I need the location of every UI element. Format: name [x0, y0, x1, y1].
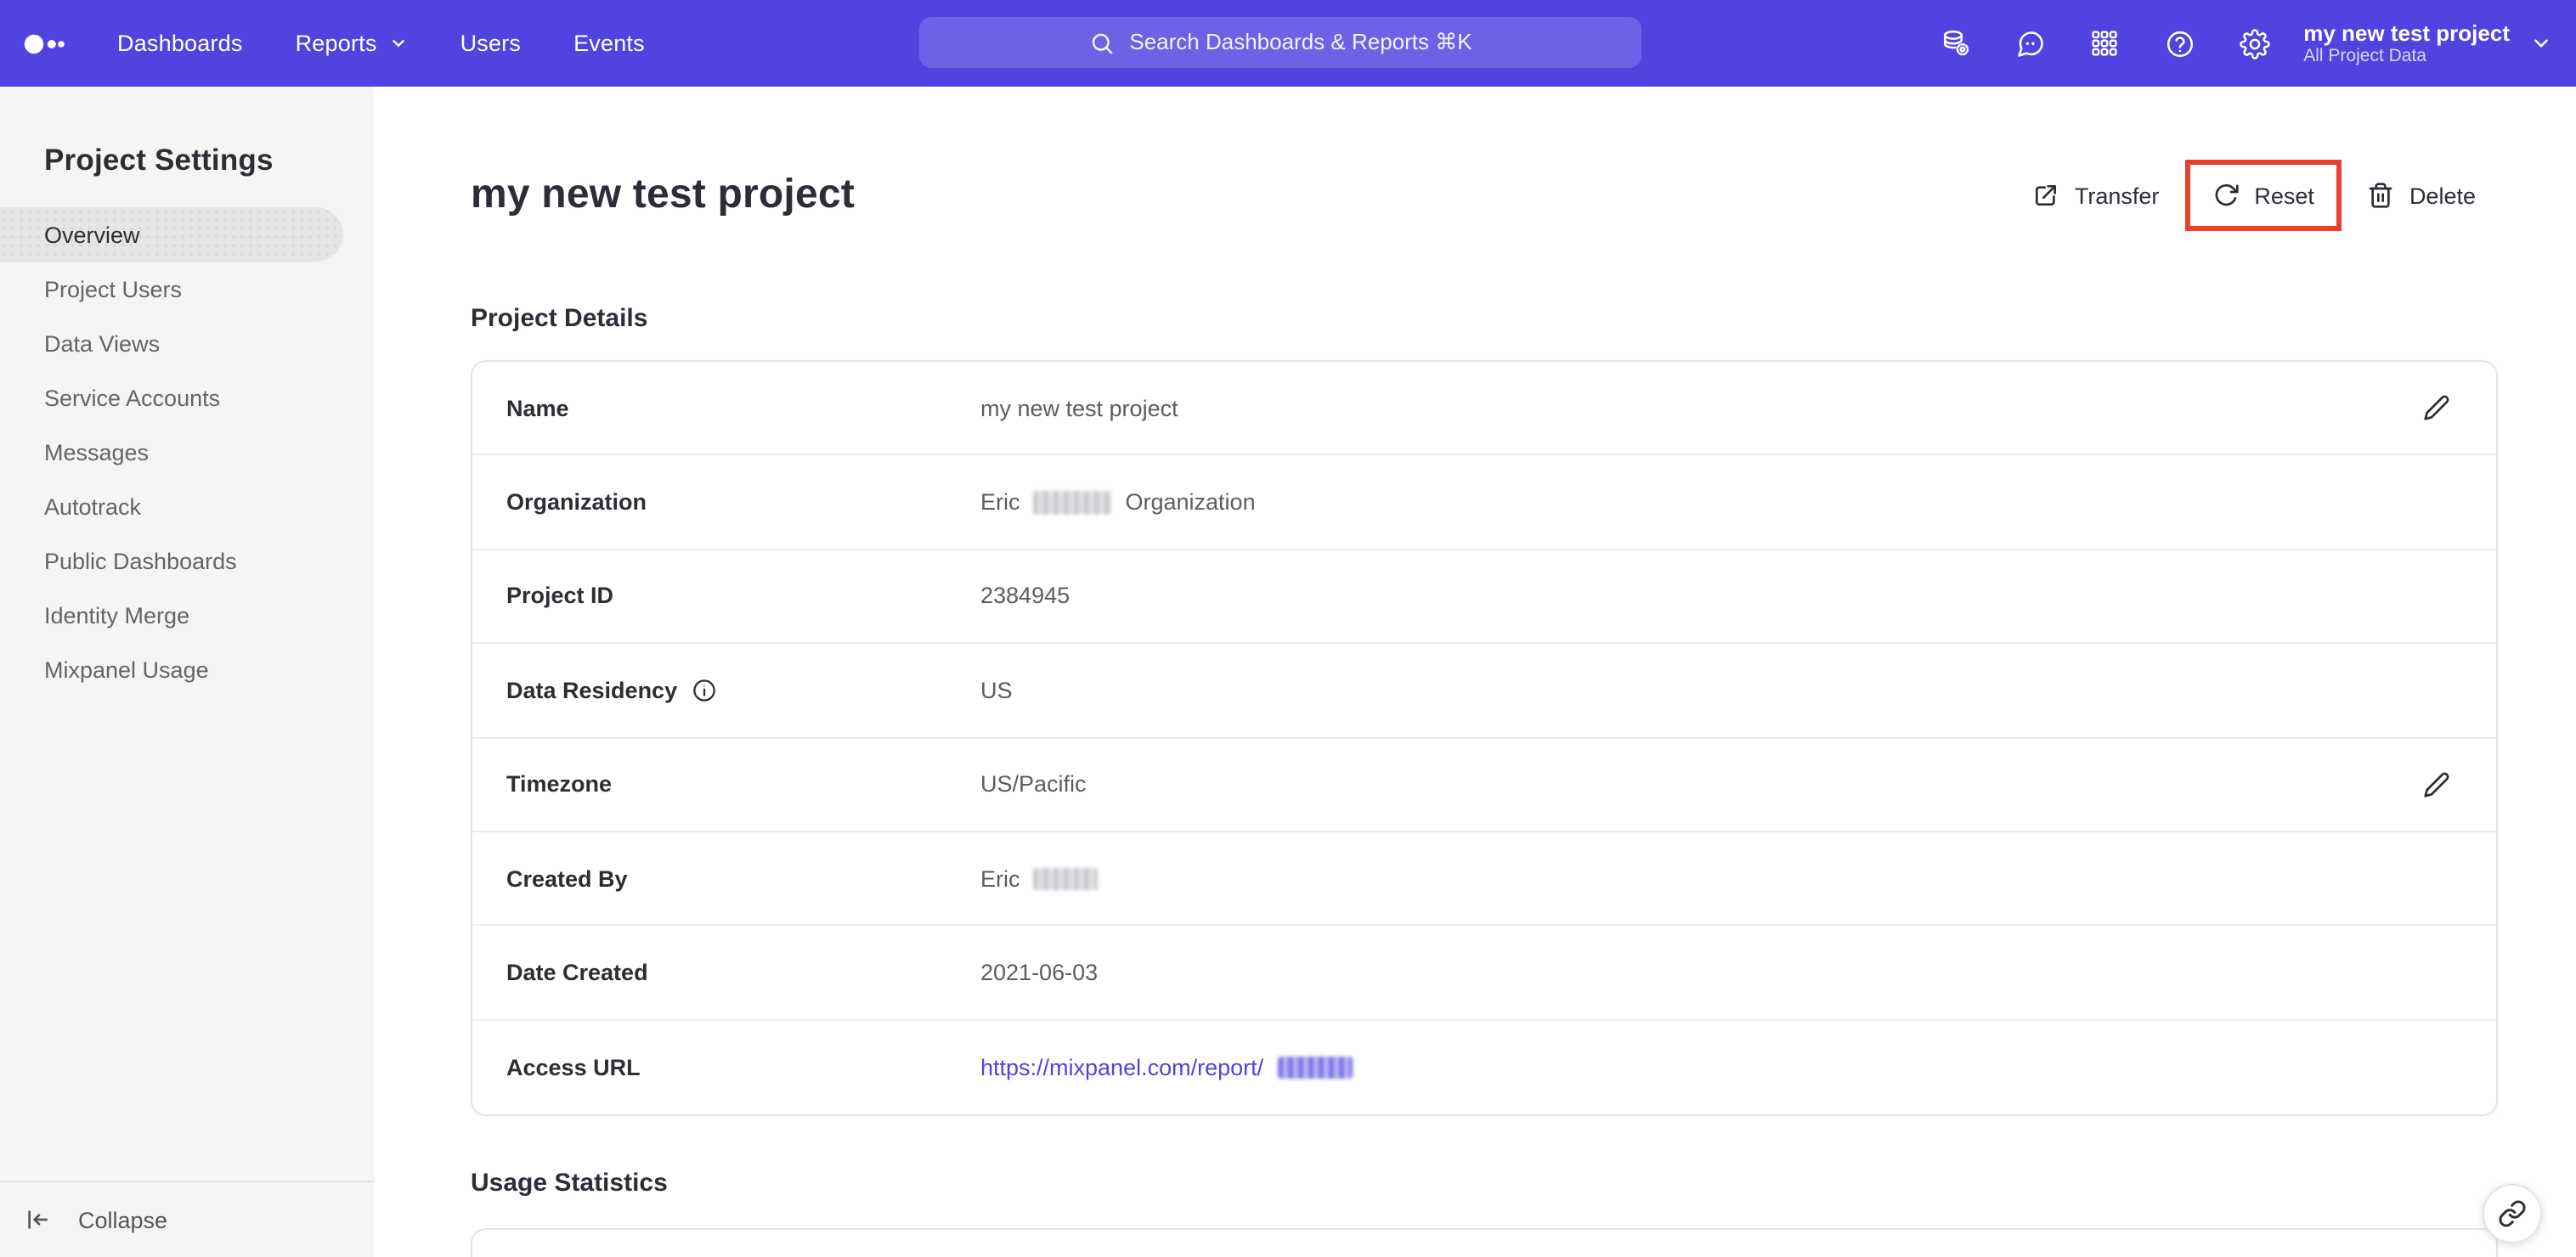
- settings-gear-icon[interactable]: [2239, 28, 2269, 59]
- project-details-card: Name my new test project Organization Er…: [471, 360, 2498, 1117]
- transfer-icon: [2035, 185, 2056, 206]
- chevron-down-icon: [2534, 39, 2548, 48]
- edit-name-button[interactable]: [2421, 392, 2452, 423]
- search-input[interactable]: Search Dashboards & Reports ⌘K: [919, 17, 1641, 68]
- sidebar-item-mixpanel-usage[interactable]: Mixpanel Usage: [0, 642, 374, 696]
- usage-statistics-card: [471, 1228, 2498, 1257]
- sidebar-item-autotrack[interactable]: Autotrack: [0, 479, 374, 533]
- page-title: my new test project: [471, 172, 855, 217]
- sidebar-item-identity-merge[interactable]: Identity Merge: [0, 588, 374, 642]
- reset-icon: [2215, 183, 2239, 206]
- collapse-label: Collapse: [78, 1207, 168, 1232]
- mixpanel-logo[interactable]: [24, 31, 65, 55]
- nav-events[interactable]: Events: [573, 31, 645, 56]
- info-icon[interactable]: [691, 678, 716, 703]
- edit-timezone-button[interactable]: [2421, 769, 2452, 800]
- current-project-name: my new test project: [2303, 20, 2510, 45]
- transfer-button[interactable]: Transfer: [2010, 165, 2182, 226]
- messages-icon[interactable]: [2014, 28, 2045, 59]
- help-icon[interactable]: [2164, 28, 2195, 59]
- sidebar-item-public-dashboards[interactable]: Public Dashboards: [0, 533, 374, 588]
- detail-row-project-id: Project ID 2384945: [472, 550, 2496, 645]
- main-content: my new test project Transfer Reset Delet…: [374, 87, 2576, 1257]
- section-heading-project-details: Project Details: [471, 304, 648, 333]
- sidebar-collapse-button[interactable]: Collapse: [0, 1181, 374, 1257]
- reset-button[interactable]: Reset: [2189, 165, 2336, 226]
- project-actions: Transfer Reset Delete: [2010, 160, 2498, 231]
- redacted-text: [1033, 490, 1112, 515]
- chevron-down-icon: [392, 40, 404, 47]
- nav-users[interactable]: Users: [460, 31, 522, 56]
- delete-button[interactable]: Delete: [2345, 165, 2498, 226]
- search-placeholder: Search Dashboards & Reports ⌘K: [1129, 29, 1472, 54]
- redacted-text: [1277, 1056, 1353, 1079]
- link-icon: [2499, 1200, 2526, 1227]
- trash-icon: [2369, 183, 2392, 208]
- share-link-button[interactable]: [2483, 1184, 2542, 1243]
- sidebar-item-overview[interactable]: Overview: [0, 207, 343, 262]
- annotation-highlight-box: Reset: [2184, 160, 2342, 231]
- detail-row-access-url: Access URL https://mixpanel.com/report/: [472, 1020, 2496, 1114]
- detail-row-name: Name my new test project: [472, 362, 2496, 456]
- pencil-icon: [2424, 395, 2449, 421]
- top-nav: Dashboards Reports Users Events Search D…: [0, 0, 2576, 87]
- mixpanel-project-settings-page: Dashboards Reports Users Events Search D…: [0, 0, 2576, 1257]
- detail-row-date-created: Date Created 2021-06-03: [472, 927, 2496, 1021]
- detail-row-created-by: Created By Eric: [472, 832, 2496, 927]
- access-url-link[interactable]: https://mixpanel.com/report/: [980, 1055, 1263, 1080]
- sidebar-item-project-users[interactable]: Project Users: [0, 262, 374, 316]
- current-project-scope: All Project Data: [2303, 45, 2426, 65]
- section-heading-usage-statistics: Usage Statistics: [471, 1169, 668, 1198]
- detail-row-timezone: Timezone US/Pacific: [472, 738, 2496, 832]
- search-icon: [1092, 32, 1112, 54]
- sidebar: Project Settings Overview Project Users …: [0, 87, 374, 1257]
- sidebar-title: Project Settings: [44, 143, 274, 177]
- apps-grid-icon[interactable]: [2089, 28, 2120, 59]
- sidebar-nav: Overview Project Users Data Views Servic…: [0, 207, 374, 696]
- project-switcher[interactable]: my new test project All Project Data: [2303, 20, 2552, 67]
- detail-row-organization: Organization Eric Organization: [472, 456, 2496, 550]
- nav-dashboards[interactable]: Dashboards: [117, 31, 243, 56]
- sidebar-item-service-accounts[interactable]: Service Accounts: [0, 370, 374, 425]
- sidebar-item-messages[interactable]: Messages: [0, 425, 374, 479]
- pencil-icon: [2424, 772, 2449, 798]
- collapse-left-icon: [28, 1210, 48, 1229]
- redacted-text: [1033, 867, 1099, 890]
- data-management-icon[interactable]: [1940, 28, 1970, 59]
- nav-reports[interactable]: Reports: [296, 31, 408, 56]
- sidebar-item-data-views[interactable]: Data Views: [0, 316, 374, 370]
- detail-row-data-residency: Data Residency US: [472, 644, 2496, 739]
- mixpanel-dots-logo: [24, 33, 65, 54]
